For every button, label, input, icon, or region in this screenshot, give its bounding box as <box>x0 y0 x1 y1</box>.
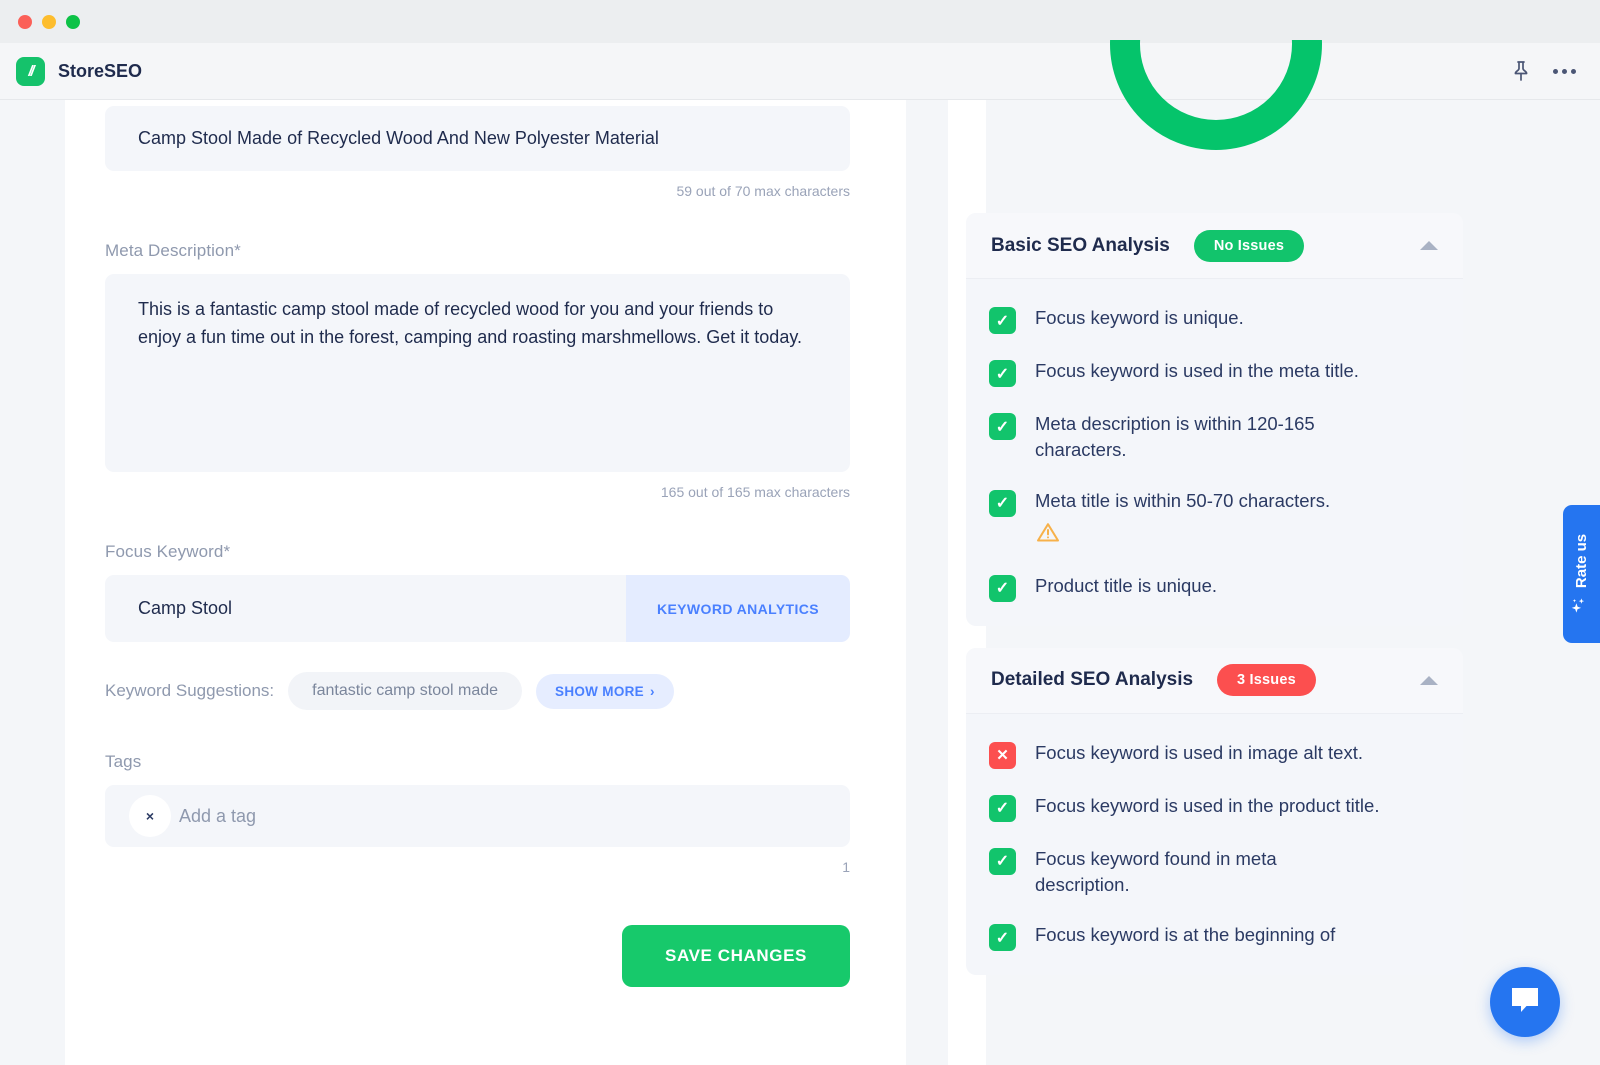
basic-status-badge: No Issues <box>1193 229 1305 262</box>
check-item-label: Focus keyword is used in the product tit… <box>1035 794 1380 816</box>
warning-icon[interactable] <box>1035 520 1330 549</box>
tag-input-placeholder[interactable]: Add a tag <box>179 806 256 827</box>
check-pass-icon: ✓ <box>989 794 1016 822</box>
check-item-label: Focus keyword is unique. <box>1035 307 1244 328</box>
basic-seo-analysis-panel: Basic SEO Analysis No Issues ✓ Focus key… <box>966 213 1463 626</box>
close-button[interactable] <box>18 14 32 29</box>
sparkle-icon <box>1571 596 1593 614</box>
tags-count: 1 <box>842 859 850 875</box>
check-item-label: Meta description is within 120-165 chara… <box>1035 413 1315 461</box>
seo-analysis-column: Basic SEO Analysis No Issues ✓ Focus key… <box>966 100 1463 976</box>
chevron-up-icon[interactable] <box>1420 675 1438 685</box>
detailed-seo-analysis-panel: Detailed SEO Analysis 3 Issues ✕ Focus k… <box>966 647 1463 976</box>
check-item-label: Focus keyword is used in image alt text. <box>1035 741 1364 763</box>
check-item: ✓ Focus keyword found in meta descriptio… <box>989 846 1440 899</box>
check-pass-icon: ✓ <box>989 574 1016 602</box>
check-pass-icon: ✓ <box>989 489 1016 517</box>
show-more-keywords-button[interactable]: SHOW MORE › <box>536 673 674 709</box>
check-item: ✓ Product title is unique. <box>989 573 1440 602</box>
basic-panel-body: ✓ Focus keyword is unique. ✓ Focus keywo… <box>966 279 1463 626</box>
zoom-button[interactable] <box>66 14 80 29</box>
seo-edit-form: Camp Stool Made of Recycled Wood And New… <box>105 106 850 987</box>
detailed-panel-header[interactable]: Detailed SEO Analysis 3 Issues <box>966 647 1463 714</box>
show-more-label: SHOW MORE <box>555 683 644 699</box>
storeseo-logo-icon: // <box>16 56 45 86</box>
check-pass-icon: ✓ <box>989 847 1016 875</box>
check-item: ✓ Focus keyword is used in the meta titl… <box>989 358 1440 387</box>
meta-description-counter: 165 out of 165 max characters <box>660 484 850 500</box>
check-fail-icon: ✕ <box>989 741 1016 769</box>
app-header: // StoreSEO <box>0 43 1600 100</box>
check-pass-icon: ✓ <box>989 924 1016 952</box>
tags-label: Tags <box>105 752 142 771</box>
page-content: Camp Stool Made of Recycled Wood And New… <box>0 40 1600 1065</box>
window-titlebar <box>0 0 1600 43</box>
focus-keyword-label: Focus Keyword* <box>105 542 231 561</box>
chat-widget-button[interactable] <box>1490 967 1560 1037</box>
chat-bubble-icon <box>1509 985 1541 1020</box>
check-item: ✓ Meta title is within 50-70 characters. <box>989 488 1440 549</box>
rate-us-label: Rate us <box>1573 533 1590 589</box>
check-pass-icon: ✓ <box>989 413 1016 440</box>
check-pass-icon: ✓ <box>989 307 1016 334</box>
minimize-button[interactable] <box>42 14 56 29</box>
basic-panel-header[interactable]: Basic SEO Analysis No Issues <box>966 213 1463 279</box>
meta-description-label: Meta Description* <box>105 241 241 260</box>
more-options-icon[interactable] <box>1553 68 1576 74</box>
remove-tag-icon[interactable]: × <box>129 795 171 837</box>
check-item: ✓ Focus keyword is used in the product t… <box>989 793 1440 822</box>
app-title: StoreSEO <box>58 60 143 81</box>
check-item: ✓ Meta description is within 120-165 cha… <box>989 411 1440 464</box>
meta-title-input[interactable]: Camp Stool Made of Recycled Wood And New… <box>105 106 850 171</box>
form-actions: SAVE CHANGES <box>105 925 850 987</box>
tags-input-container[interactable]: × Add a tag <box>105 785 850 847</box>
focus-keyword-input[interactable]: Camp Stool <box>105 575 626 642</box>
detailed-status-badge: 3 Issues <box>1217 664 1316 697</box>
focus-keyword-row: Camp Stool KEYWORD ANALYTICS <box>105 575 850 642</box>
keyword-suggestions-label: Keyword Suggestions: <box>105 681 275 700</box>
check-item-label: Product title is unique. <box>1035 574 1218 596</box>
check-item: ✓ Focus keyword is at the beginning of <box>989 922 1440 952</box>
check-item: ✕ Focus keyword is used in image alt tex… <box>989 740 1440 769</box>
meta-title-counter: 59 out of 70 max characters <box>676 183 850 199</box>
chevron-right-icon: › <box>649 683 655 699</box>
chevron-up-icon[interactable] <box>1420 241 1438 250</box>
check-item: ✓ Focus keyword is unique. <box>989 305 1440 334</box>
keyword-suggestion-chip[interactable]: fantastic camp stool made <box>288 672 523 710</box>
basic-panel-title: Basic SEO Analysis <box>991 234 1170 256</box>
check-item-label: Meta title is within 50-70 characters. <box>1035 489 1331 511</box>
window-controls <box>18 14 80 29</box>
keyword-analytics-button[interactable]: KEYWORD ANALYTICS <box>626 575 850 642</box>
check-pass-icon: ✓ <box>989 360 1016 387</box>
check-item-label: Focus keyword is at the beginning of <box>1035 924 1336 946</box>
check-item-label: Focus keyword is used in the meta title. <box>1035 360 1359 381</box>
pin-icon[interactable] <box>1511 60 1531 82</box>
detailed-panel-title: Detailed SEO Analysis <box>991 669 1194 691</box>
detailed-panel-body: ✕ Focus keyword is used in image alt tex… <box>966 714 1463 976</box>
check-item-label: Focus keyword found in meta description. <box>1035 847 1277 896</box>
keyword-suggestions-row: Keyword Suggestions: fantastic camp stoo… <box>105 672 850 710</box>
background-strip-a <box>868 100 906 1065</box>
save-changes-button[interactable]: SAVE CHANGES <box>622 925 850 987</box>
meta-description-input[interactable]: This is a fantastic camp stool made of r… <box>105 274 850 472</box>
app-header-actions <box>1511 60 1576 82</box>
brand[interactable]: // StoreSEO <box>16 56 143 86</box>
rate-us-tab[interactable]: Rate us <box>1563 505 1600 643</box>
